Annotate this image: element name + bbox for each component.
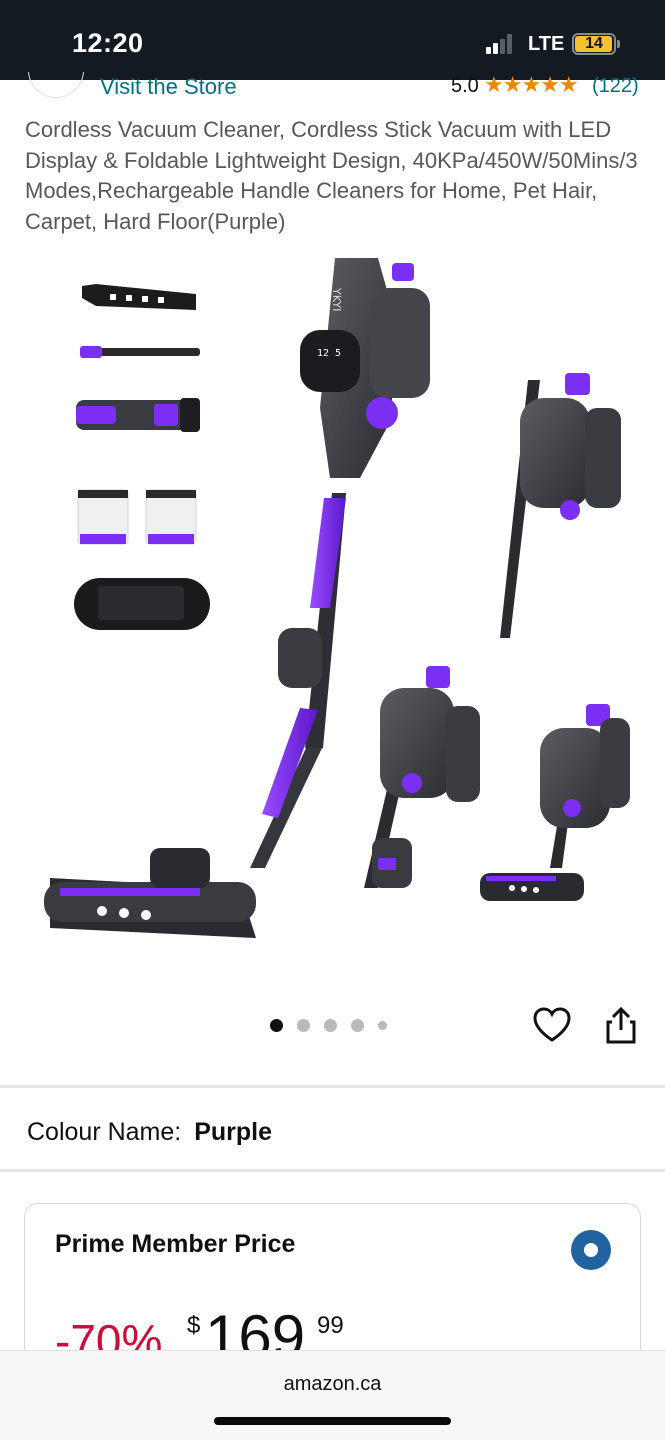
network-type: LTE bbox=[528, 33, 565, 55]
colour-label: Colour Name: bbox=[27, 1118, 182, 1146]
svg-text:12 5: 12 5 bbox=[317, 348, 341, 359]
carousel-dot[interactable] bbox=[324, 1019, 337, 1032]
carousel-dot[interactable] bbox=[351, 1019, 364, 1032]
battery-level: 14 bbox=[585, 35, 603, 52]
visit-store-link[interactable]: Visit the Store bbox=[100, 74, 237, 98]
colour-row: Colour Name: Purple bbox=[27, 1118, 272, 1147]
short-stick-view bbox=[480, 704, 630, 901]
price-fraction: 99 bbox=[317, 1312, 344, 1339]
accessory-brush-tool bbox=[82, 284, 196, 310]
battery-nub bbox=[617, 40, 620, 48]
colour-value: Purple bbox=[194, 1118, 272, 1146]
battery-icon: 14 bbox=[572, 33, 616, 55]
home-indicator[interactable] bbox=[214, 1417, 451, 1425]
accessory-mini-brush bbox=[76, 398, 200, 432]
store-row: Visit the Store 5.0 ★★★★★ (122) bbox=[0, 72, 665, 98]
rating-value: 5.0 bbox=[451, 75, 479, 97]
carousel-dot[interactable] bbox=[378, 1021, 387, 1030]
accessory-crevice-tool bbox=[80, 346, 200, 358]
browser-bottom-bar: amazon.ca bbox=[0, 1350, 665, 1440]
carousel-dot[interactable] bbox=[297, 1019, 310, 1032]
rating-stars-icon[interactable]: ★★★★★ bbox=[484, 72, 579, 98]
price-card-title: Prime Member Price bbox=[55, 1230, 296, 1258]
handheld-brush-view bbox=[364, 666, 480, 888]
store-logo[interactable] bbox=[28, 72, 84, 98]
accessory-wall-mount bbox=[74, 578, 210, 630]
accessory-filters bbox=[77, 489, 197, 545]
heart-icon[interactable] bbox=[532, 1006, 572, 1046]
divider bbox=[0, 1169, 665, 1172]
carousel-dot[interactable] bbox=[270, 1019, 283, 1032]
share-icon[interactable] bbox=[602, 1006, 640, 1046]
url-bar[interactable]: amazon.ca bbox=[0, 1373, 665, 1396]
divider bbox=[0, 1085, 665, 1088]
brand-label: YKYI bbox=[330, 287, 343, 312]
signal-icon bbox=[486, 34, 520, 54]
status-time: 12:20 bbox=[72, 28, 144, 58]
price-option-radio[interactable] bbox=[571, 1230, 611, 1270]
handheld-vacuum-view bbox=[500, 373, 621, 638]
product-title: Cordless Vacuum Cleaner, Cordless Stick … bbox=[25, 117, 638, 234]
rating-count-link[interactable]: (122) bbox=[592, 75, 639, 98]
price-currency: $ bbox=[187, 1312, 201, 1339]
product-image[interactable]: 12 5 YKYI bbox=[0, 248, 665, 1008]
status-bar: 12:20 LTE 14 bbox=[0, 0, 665, 80]
